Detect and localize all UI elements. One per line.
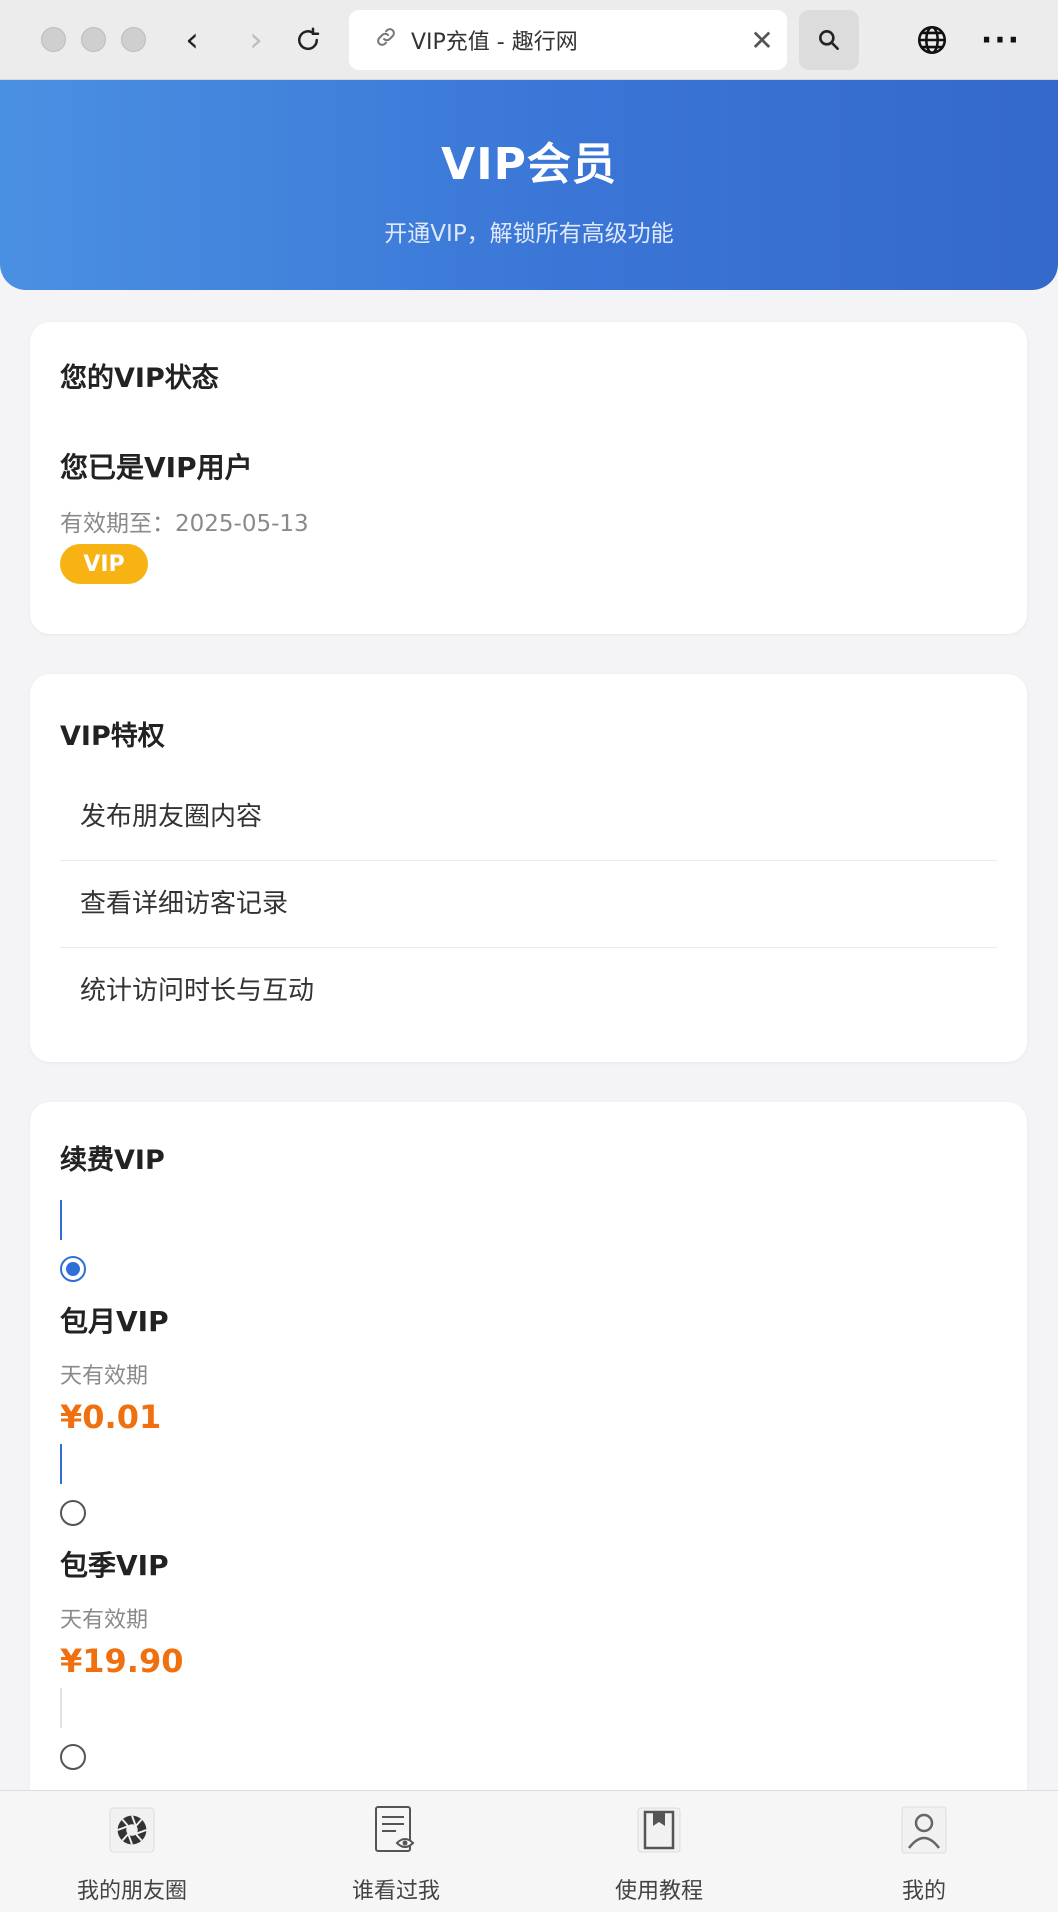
list-item: 发布朋友圈内容 xyxy=(60,774,997,861)
page-subtitle: 开通VIP，解锁所有高级功能 xyxy=(384,221,674,247)
list-item: 查看详细访客记录 xyxy=(60,861,997,948)
vip-expiry-date: 有效期至：2025-05-13 xyxy=(60,511,309,537)
browser-toolbar: ‹ › VIP充值 - 趣行网 ✕ ··· xyxy=(0,0,1058,80)
document-eye-icon xyxy=(371,1805,421,1855)
tab-mine[interactable]: 我的 xyxy=(824,1791,1024,1912)
aperture-icon xyxy=(107,1805,157,1855)
vip-privileges-card: VIP特权 发布朋友圈内容 查看详细访客记录 统计访问时长与互动 xyxy=(30,674,1027,1062)
tab-label: 我的朋友圈 xyxy=(76,1879,187,1904)
book-icon xyxy=(634,1805,684,1855)
window-zoom-dot[interactable] xyxy=(121,27,146,52)
close-tab-icon[interactable]: ✕ xyxy=(737,24,787,57)
chevron-left-icon: ‹ xyxy=(185,20,199,60)
user-icon xyxy=(899,1805,949,1855)
privileges-list: 发布朋友圈内容 查看详细访客记录 统计访问时长与互动 xyxy=(60,774,997,1035)
tab-label: 我的 xyxy=(901,1879,946,1904)
status-card-title: 您的VIP状态 xyxy=(60,363,219,394)
plan-indicator-bar xyxy=(60,1688,62,1728)
page-title: VIP会员 xyxy=(441,139,617,190)
more-menu-button[interactable]: ··· xyxy=(976,18,1026,62)
plan-name: 包月VIP xyxy=(60,1305,169,1338)
plan-radio[interactable] xyxy=(60,1256,86,1282)
window-close-dot[interactable] xyxy=(41,27,66,52)
forward-button[interactable]: › xyxy=(232,16,280,64)
back-button[interactable]: ‹ xyxy=(168,16,216,64)
tab-who-viewed-me[interactable]: 谁看过我 xyxy=(296,1791,496,1912)
bottom-tab-bar: 我的朋友圈 谁看过我 使用教程 我的 xyxy=(0,1790,1058,1912)
renew-card-title: 续费VIP xyxy=(60,1145,165,1176)
reload-button[interactable] xyxy=(284,16,332,64)
vip-hero-banner: VIP会员 开通VIP，解锁所有高级功能 xyxy=(0,80,1058,290)
tab-tutorial[interactable]: 使用教程 xyxy=(559,1791,759,1912)
plan-radio[interactable] xyxy=(60,1744,86,1770)
reload-icon xyxy=(298,27,320,51)
tab-label: 使用教程 xyxy=(614,1879,703,1904)
search-icon xyxy=(819,30,839,50)
language-button[interactable] xyxy=(910,18,954,62)
plan-radio[interactable] xyxy=(60,1500,86,1526)
globe-icon xyxy=(917,25,947,55)
window-minimize-dot[interactable] xyxy=(81,27,106,52)
plan-price: ¥0.01 xyxy=(60,1398,162,1436)
plan-duration: 天有效期 xyxy=(60,1608,149,1633)
link-icon xyxy=(361,25,411,55)
vip-status-text: 您已是VIP用户 xyxy=(60,451,253,484)
vip-status-card: 您的VIP状态 您已是VIP用户 有效期至：2025-05-13 VIP xyxy=(30,322,1027,634)
page-tab-title: VIP充值 - 趣行网 xyxy=(411,30,578,55)
tab-label: 谁看过我 xyxy=(351,1879,440,1904)
search-button[interactable] xyxy=(799,10,859,70)
plan-duration: 天有效期 xyxy=(60,1364,149,1389)
plan-indicator-bar xyxy=(60,1200,62,1240)
plan-indicator-bar xyxy=(60,1444,62,1484)
more-icon: ··· xyxy=(980,22,1022,58)
address-bar[interactable]: VIP充值 - 趣行网 ✕ xyxy=(349,10,787,70)
chevron-right-icon: › xyxy=(249,20,263,60)
list-item: 统计访问时长与互动 xyxy=(80,976,315,1006)
plan-name: 包季VIP xyxy=(60,1549,169,1582)
privileges-card-title: VIP特权 xyxy=(60,721,165,752)
renew-vip-card: 续费VIP 包月VIP 天有效期 ¥0.01 包季VIP 天有效期 ¥19.90 xyxy=(30,1102,1027,1822)
plan-price: ¥19.90 xyxy=(60,1642,184,1680)
tab-my-moments[interactable]: 我的朋友圈 xyxy=(32,1791,232,1912)
vip-badge: VIP xyxy=(60,544,148,584)
